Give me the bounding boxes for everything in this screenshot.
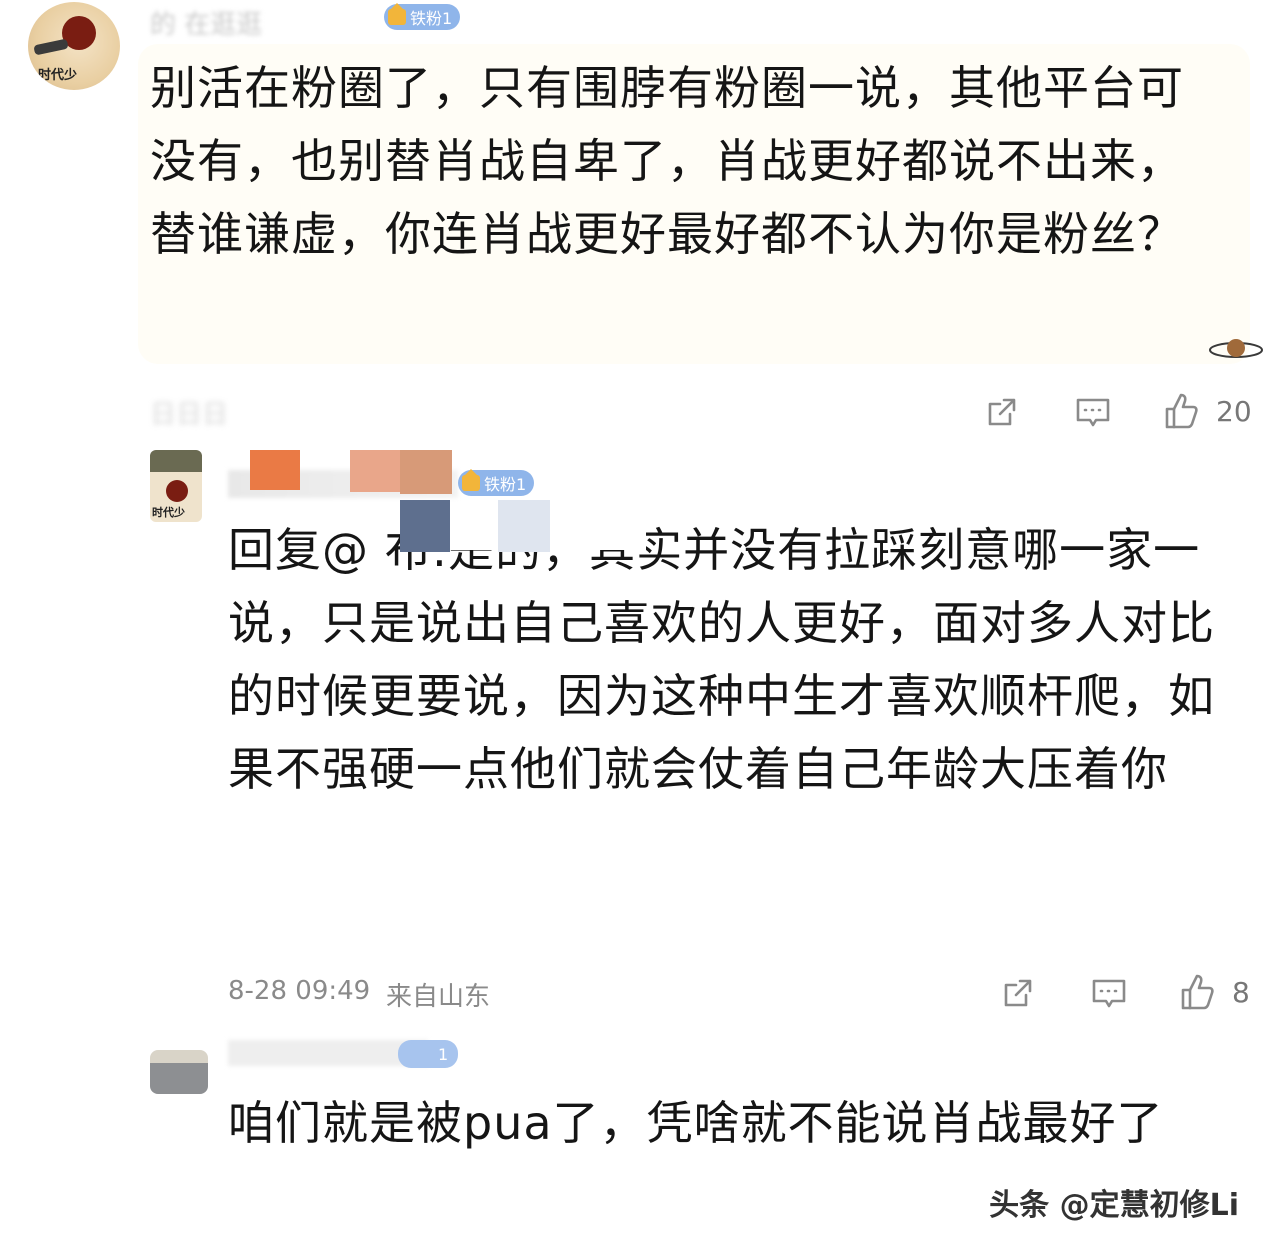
like-count: 8 [1232,976,1250,1009]
thumbs-up-icon [1165,393,1198,429]
censor-block [250,450,300,490]
comment-meta: 日日日 [150,400,229,430]
crown-icon [388,3,406,25]
avatar-caption: 时代少 [152,506,185,519]
fan-badge-label: 铁粉1 [410,9,453,28]
comment-icon [1076,398,1110,427]
comment-text: 回复@ 布:是的，其实并没有拉踩刻意哪一家一说，只是说出自己喜欢的人更好，面对多… [228,523,1215,796]
fan-badge-label: 铁粉1 [484,475,527,494]
censor-block [550,504,646,550]
share-button[interactable] [998,973,1038,1013]
crown-icon [462,469,480,491]
avatar[interactable]: 时代少 [150,450,202,522]
comment-time: 8-28 09:49 [228,976,371,1006]
censor-block [498,500,550,552]
avatar-caption: 时代少 [38,68,78,83]
like-count: 20 [1216,395,1252,428]
avatar[interactable]: 时代少 [28,2,120,90]
reply-button[interactable] [1072,392,1114,432]
censor-block [450,504,498,550]
comment-text: 别活在粉圈了，只有围脖有粉圈一说，其他平台可没有，也别替肖战自卑了，肖战更好都说… [150,61,1184,261]
planet-decoration-icon [1209,339,1263,358]
share-button[interactable] [982,392,1022,432]
fan-badge[interactable]: 铁粉1 [458,469,535,496]
like-button[interactable] [1178,971,1218,1013]
avatar-prop [33,38,69,56]
fan-badge[interactable]: 铁粉1 [384,3,461,30]
comment-location: 来自山东 [386,982,491,1012]
avatar-figure [166,480,188,502]
avatar[interactable] [150,1050,208,1094]
comment-icon [1092,979,1126,1008]
username[interactable]: 的 在逛逛 [150,4,262,41]
thumbs-up-icon [1181,974,1214,1010]
censor-block [400,450,452,494]
watermark: 头条 @定慧初修Li [989,1188,1239,1223]
censor-block [350,450,400,492]
comment-text: 咱们就是被pua了，凭啥就不能说肖战最好了 [228,1096,1164,1150]
fan-badge[interactable]: 1 [398,1040,459,1068]
reply-button[interactable] [1088,973,1130,1013]
censor-block [400,500,450,552]
like-button[interactable] [1162,390,1202,432]
share-icon [988,398,1016,426]
fan-badge-label: 1 [438,1044,449,1064]
share-icon [1004,979,1032,1007]
